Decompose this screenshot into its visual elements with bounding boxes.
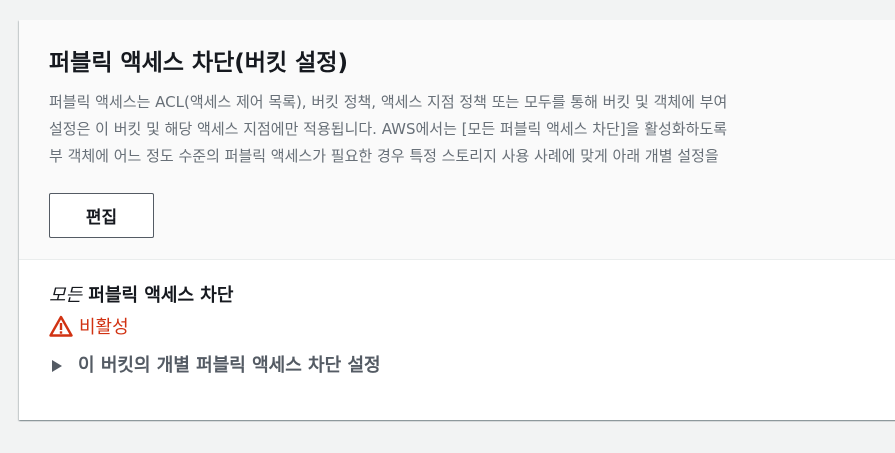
description-line: 부 객체에 어느 정도 수준의 퍼블릭 액세스가 필요한 경우 특정 스토리지 … [49,147,719,165]
description-line: 설정은 이 버킷 및 해당 액세스 지점에만 적용됩니다. AWS에서는 [모든… [49,120,728,138]
description-line: 퍼블릭 액세스는 ACL(액세스 제어 목록), 버킷 정책, 액세스 지점 정… [49,93,728,111]
block-all-label-emphasis: 모든 [49,285,83,306]
status-badge: 비활성 [49,313,129,339]
panel-description: 퍼블릭 액세스는 ACL(액세스 제어 목록), 버킷 정책, 액세스 지점 정… [49,89,895,170]
panel-header: 퍼블릭 액세스 차단(버킷 설정) 퍼블릭 액세스는 ACL(액세스 제어 목록… [19,20,895,260]
warning-icon [49,315,73,337]
individual-settings-expander[interactable]: 이 버킷의 개별 퍼블릭 액세스 차단 설정 [51,350,381,378]
caret-right-icon [51,357,63,372]
block-public-access-panel: 퍼블릭 액세스 차단(버킷 설정) 퍼블릭 액세스는 ACL(액세스 제어 목록… [19,20,895,420]
status-text: 비활성 [79,317,129,338]
panel-title: 퍼블릭 액세스 차단(버킷 설정) [49,50,348,76]
edit-button[interactable]: 편집 [49,193,154,238]
block-all-label: 모든 퍼블릭 액세스 차단 [49,283,233,309]
block-all-label-text: 퍼블릭 액세스 차단 [82,285,234,306]
expander-label: 이 버킷의 개별 퍼블릭 액세스 차단 설정 [78,355,381,376]
